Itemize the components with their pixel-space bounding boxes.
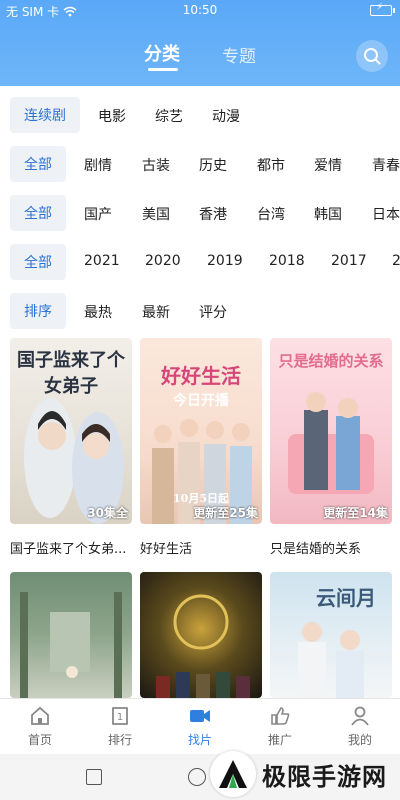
header: 无 SIM 卡 10:50 ⚡ 分类 专题	[0, 0, 400, 86]
tab-category[interactable]: 分类	[144, 40, 180, 71]
video-poster[interactable]	[10, 572, 132, 698]
video-poster[interactable]	[140, 572, 262, 698]
filter-chip-year[interactable]: 全部	[10, 244, 66, 280]
tab-topics[interactable]: 专题	[222, 42, 256, 67]
thumbs-up-icon	[271, 707, 290, 725]
filter-option[interactable]: 剧情	[84, 155, 112, 175]
nav-ranking[interactable]: 1 排行	[95, 705, 145, 748]
filter-row-year: 全部 2021 2020 2019 2018 2017 2	[0, 244, 400, 282]
filter-chip-genre[interactable]: 全部	[10, 146, 66, 182]
filter-option[interactable]: 2021	[84, 253, 120, 269]
filter-chip-type[interactable]: 连续剧	[10, 97, 80, 133]
poster-art	[20, 592, 122, 698]
filter-option[interactable]: 最热	[84, 302, 112, 322]
nav-home-label: 首页	[27, 733, 52, 747]
filter-option[interactable]: 台湾	[257, 204, 285, 224]
poster-title: 国子监来了个女弟子	[17, 350, 125, 397]
filter-option[interactable]: 韩国	[314, 204, 342, 224]
video-title[interactable]: 只是结婚的关系	[270, 538, 392, 557]
video-camera-icon	[190, 710, 210, 722]
ranking-icon: 1	[112, 707, 128, 725]
video-card[interactable]: 只是结婚的关系 更新至14集 只是结婚的关系	[270, 338, 392, 557]
filter-option[interactable]: 电影	[98, 106, 126, 126]
filter-option[interactable]: 都市	[257, 155, 285, 175]
nav-discover-label: 找片	[187, 733, 212, 747]
filter-row-type: 连续剧 电影 综艺 动漫	[0, 97, 400, 135]
nav-ranking-label: 排行	[107, 733, 132, 747]
video-poster[interactable]: 只是结婚的关系 更新至14集	[270, 338, 392, 524]
filter-option[interactable]: 爱情	[314, 155, 342, 175]
watermark-logo-icon	[219, 760, 247, 788]
filter-option[interactable]: 评分	[199, 302, 227, 322]
bottom-nav: 首页 1 排行 找片 推广 我的	[0, 698, 400, 754]
filter-option[interactable]: 综艺	[155, 106, 183, 126]
filter-row-region: 全部 国产 美国 香港 台湾 韩国 日本	[0, 195, 400, 233]
video-title[interactable]: 好好生活	[140, 538, 262, 557]
filter-chip-region[interactable]: 全部	[10, 195, 66, 231]
video-card[interactable]: 好好生活 今日开播 10月5日起 更新至25集 好好生活	[140, 338, 262, 557]
home-system-button[interactable]	[188, 768, 206, 786]
active-tab-indicator	[148, 68, 178, 71]
filter-option[interactable]: 2	[392, 253, 400, 269]
search-button[interactable]	[356, 40, 388, 72]
filter-option[interactable]: 2017	[331, 253, 367, 269]
video-title[interactable]: 国子监来了个女弟...	[10, 538, 132, 557]
filter-option[interactable]: 香港	[199, 204, 227, 224]
filter-option[interactable]: 青春	[372, 155, 400, 175]
svg-text:1: 1	[117, 712, 123, 723]
video-poster[interactable]: 好好生活 今日开播 10月5日起 更新至25集	[140, 338, 262, 524]
poster-art	[156, 594, 250, 698]
poster-subtitle: 今日开播	[173, 393, 229, 409]
home-icon	[31, 706, 49, 725]
nav-home[interactable]: 首页	[15, 705, 65, 748]
filter-option[interactable]: 国产	[84, 204, 112, 224]
battery-charging-icon: ⚡	[370, 2, 395, 16]
episode-badge: 更新至25集	[193, 506, 258, 520]
clock: 10:50	[182, 3, 218, 17]
filter-option[interactable]: 2020	[145, 253, 181, 269]
video-card[interactable]	[140, 572, 262, 698]
video-card[interactable]	[10, 572, 132, 698]
nav-profile-label: 我的	[347, 733, 372, 747]
filter-option[interactable]: 古装	[142, 155, 170, 175]
poster-title: 只是结婚的关系	[278, 352, 384, 370]
nav-profile[interactable]: 我的	[335, 705, 385, 748]
tab-category-label: 分类	[144, 44, 180, 65]
nav-discover[interactable]: 找片	[175, 705, 225, 748]
poster-title: 好好生活	[161, 364, 241, 388]
episode-badge: 30集全	[87, 506, 128, 520]
search-icon	[364, 48, 381, 65]
video-poster[interactable]: 国子监来了个女弟子 30集全	[10, 338, 132, 524]
filter-option[interactable]: 历史	[199, 155, 227, 175]
filter-row-sort: 排序 最热 最新 评分	[0, 293, 400, 331]
filter-option[interactable]: 动漫	[212, 106, 240, 126]
watermark: 极限手游网	[210, 748, 400, 800]
nav-promote-label: 推广	[267, 733, 292, 747]
filter-option[interactable]: 2018	[269, 253, 305, 269]
watermark-text: 极限手游网	[262, 762, 387, 791]
nav-promote[interactable]: 推广	[255, 705, 305, 748]
filter-option[interactable]: 美国	[142, 204, 170, 224]
video-poster[interactable]: 云间月	[270, 572, 392, 698]
video-card[interactable]: 国子监来了个女弟子 30集全 国子监来了个女弟...	[10, 338, 132, 557]
recent-apps-button[interactable]	[86, 769, 102, 785]
filter-option[interactable]: 日本	[372, 204, 400, 224]
filter-row-genre: 全部 剧情 古装 历史 都市 爱情 青春	[0, 146, 400, 184]
filter-chip-sort[interactable]: 排序	[10, 293, 66, 329]
filter-option[interactable]: 最新	[142, 302, 170, 322]
tab-topics-label: 专题	[222, 47, 256, 67]
episode-badge: 更新至14集	[323, 506, 388, 520]
poster-title: 云间月	[316, 586, 376, 610]
watermark-logo	[210, 751, 256, 797]
status-bar: 无 SIM 卡 10:50 ⚡	[0, 0, 400, 22]
filter-option[interactable]: 2019	[207, 253, 243, 269]
user-icon	[351, 706, 369, 726]
video-card[interactable]: 云间月	[270, 572, 392, 698]
